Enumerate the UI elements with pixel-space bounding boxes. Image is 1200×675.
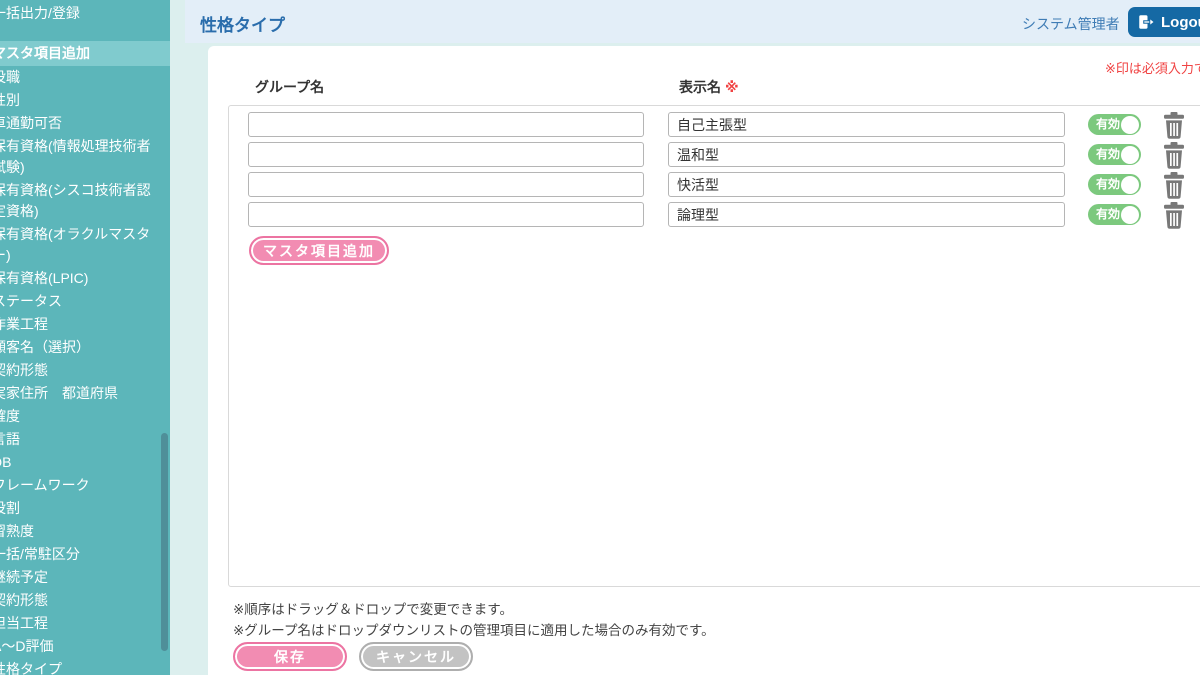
- column-header-group-name: グループ名: [255, 77, 324, 97]
- sidebar-item[interactable]: 契約形態: [0, 359, 170, 382]
- toggle-knob: [1121, 176, 1139, 194]
- sidebar-item[interactable]: 保有資格(情報処理技術者試験): [0, 135, 170, 179]
- sidebar-nav: 一括出力/登録 マスタ項目追加 役職 性別 車通勤可否 保有資格(情報処理技術者…: [0, 0, 170, 675]
- logout-button-label: Logout: [1161, 14, 1200, 31]
- toggle-knob: [1121, 116, 1139, 134]
- enabled-toggle-label: 有効: [1096, 204, 1120, 225]
- sidebar-item[interactable]: 一括/常駐区分: [0, 543, 170, 566]
- sidebar-item[interactable]: 役割: [0, 497, 170, 520]
- sidebar-item[interactable]: 保有資格(LPIC): [0, 267, 170, 290]
- display-name-input[interactable]: [668, 202, 1065, 227]
- required-fields-note: ※印は必須入力です。: [1105, 58, 1200, 77]
- delete-row-trash-icon[interactable]: [1162, 142, 1186, 169]
- master-items-container: 有効 有効: [228, 105, 1200, 587]
- group-name-input[interactable]: [248, 142, 644, 167]
- master-item-row: 有効: [229, 142, 1200, 169]
- group-name-input[interactable]: [248, 172, 644, 197]
- enabled-toggle[interactable]: 有効: [1088, 144, 1141, 165]
- column-header-display-name: 表示名※: [679, 77, 739, 97]
- group-name-input[interactable]: [248, 202, 644, 227]
- sidebar-item[interactable]: 性格タイプ: [0, 658, 170, 675]
- required-mark: ※: [725, 79, 739, 95]
- sidebar-item[interactable]: DB: [0, 451, 170, 474]
- group-name-note: ※グループ名はドロップダウンリストの管理項目に適用した場合のみ有効です。: [233, 619, 715, 639]
- save-button[interactable]: 保存: [233, 642, 347, 671]
- sidebar-item[interactable]: 性別: [0, 89, 170, 112]
- sidebar-item[interactable]: 作業工程: [0, 313, 170, 336]
- master-item-row: 有効: [229, 112, 1200, 139]
- enabled-toggle-label: 有効: [1096, 114, 1120, 135]
- enabled-toggle[interactable]: 有効: [1088, 174, 1141, 195]
- toggle-knob: [1121, 206, 1139, 224]
- toggle-knob: [1121, 146, 1139, 164]
- add-master-item-button[interactable]: マスタ項目追加: [249, 236, 389, 265]
- master-item-row: 有効: [229, 172, 1200, 199]
- drag-drop-note: ※順序はドラッグ＆ドロップで変更できます。: [233, 598, 513, 618]
- sidebar-item[interactable]: 確度: [0, 405, 170, 428]
- sidebar-item[interactable]: 顧客名（選択）: [0, 336, 170, 359]
- display-name-input[interactable]: [668, 112, 1065, 137]
- sidebar-menu: 一括出力/登録 マスタ項目追加 役職 性別 車通勤可否 保有資格(情報処理技術者…: [0, 0, 170, 675]
- enabled-toggle[interactable]: 有効: [1088, 204, 1141, 225]
- page-title: 性格タイプ: [200, 11, 285, 36]
- sidebar-item[interactable]: A〜D評価: [0, 635, 170, 658]
- sidebar-item[interactable]: 保有資格(シスコ技術者認定資格): [0, 179, 170, 223]
- cancel-button[interactable]: キャンセル: [359, 642, 473, 671]
- delete-row-trash-icon[interactable]: [1162, 202, 1186, 229]
- delete-row-trash-icon[interactable]: [1162, 172, 1186, 199]
- display-name-input[interactable]: [668, 172, 1065, 197]
- master-item-row: 有効: [229, 202, 1200, 229]
- header-bar: 性格タイプ システム管理者 Logout: [185, 0, 1200, 43]
- sidebar-item[interactable]: 言語: [0, 428, 170, 451]
- sidebar-item[interactable]: フレームワーク: [0, 474, 170, 497]
- content-panel: ※印は必須入力です。 グループ名 表示名※ 有効: [208, 46, 1200, 675]
- sidebar-item[interactable]: 契約形態: [0, 589, 170, 612]
- sidebar-item[interactable]: 車通勤可否: [0, 112, 170, 135]
- enabled-toggle[interactable]: 有効: [1088, 114, 1141, 135]
- sidebar-item[interactable]: マスタ項目追加: [0, 41, 170, 66]
- sidebar-item[interactable]: 習熟度: [0, 520, 170, 543]
- sidebar-item[interactable]: 継続予定: [0, 566, 170, 589]
- app-window: 一括出力/登録 マスタ項目追加 役職 性別 車通勤可否 保有資格(情報処理技術者…: [0, 0, 1200, 675]
- enabled-toggle-label: 有効: [1096, 144, 1120, 165]
- enabled-toggle-label: 有効: [1096, 174, 1120, 195]
- group-name-input[interactable]: [248, 112, 644, 137]
- sidebar-item[interactable]: 担当工程: [0, 612, 170, 635]
- sidebar-item[interactable]: ステータス: [0, 290, 170, 313]
- logout-button[interactable]: Logout: [1128, 7, 1200, 37]
- display-name-input[interactable]: [668, 142, 1065, 167]
- logout-door-icon: [1137, 13, 1155, 31]
- delete-row-trash-icon[interactable]: [1162, 112, 1186, 139]
- sidebar-item[interactable]: 役職: [0, 66, 170, 89]
- logged-in-user-label: システム管理者: [1022, 14, 1120, 34]
- sidebar-item[interactable]: 実家住所 都道府県: [0, 382, 170, 405]
- sidebar-scrollbar[interactable]: [161, 433, 168, 651]
- sidebar-item[interactable]: 一括出力/登録: [0, 2, 170, 25]
- sidebar-item[interactable]: 保有資格(オラクルマスター): [0, 223, 170, 267]
